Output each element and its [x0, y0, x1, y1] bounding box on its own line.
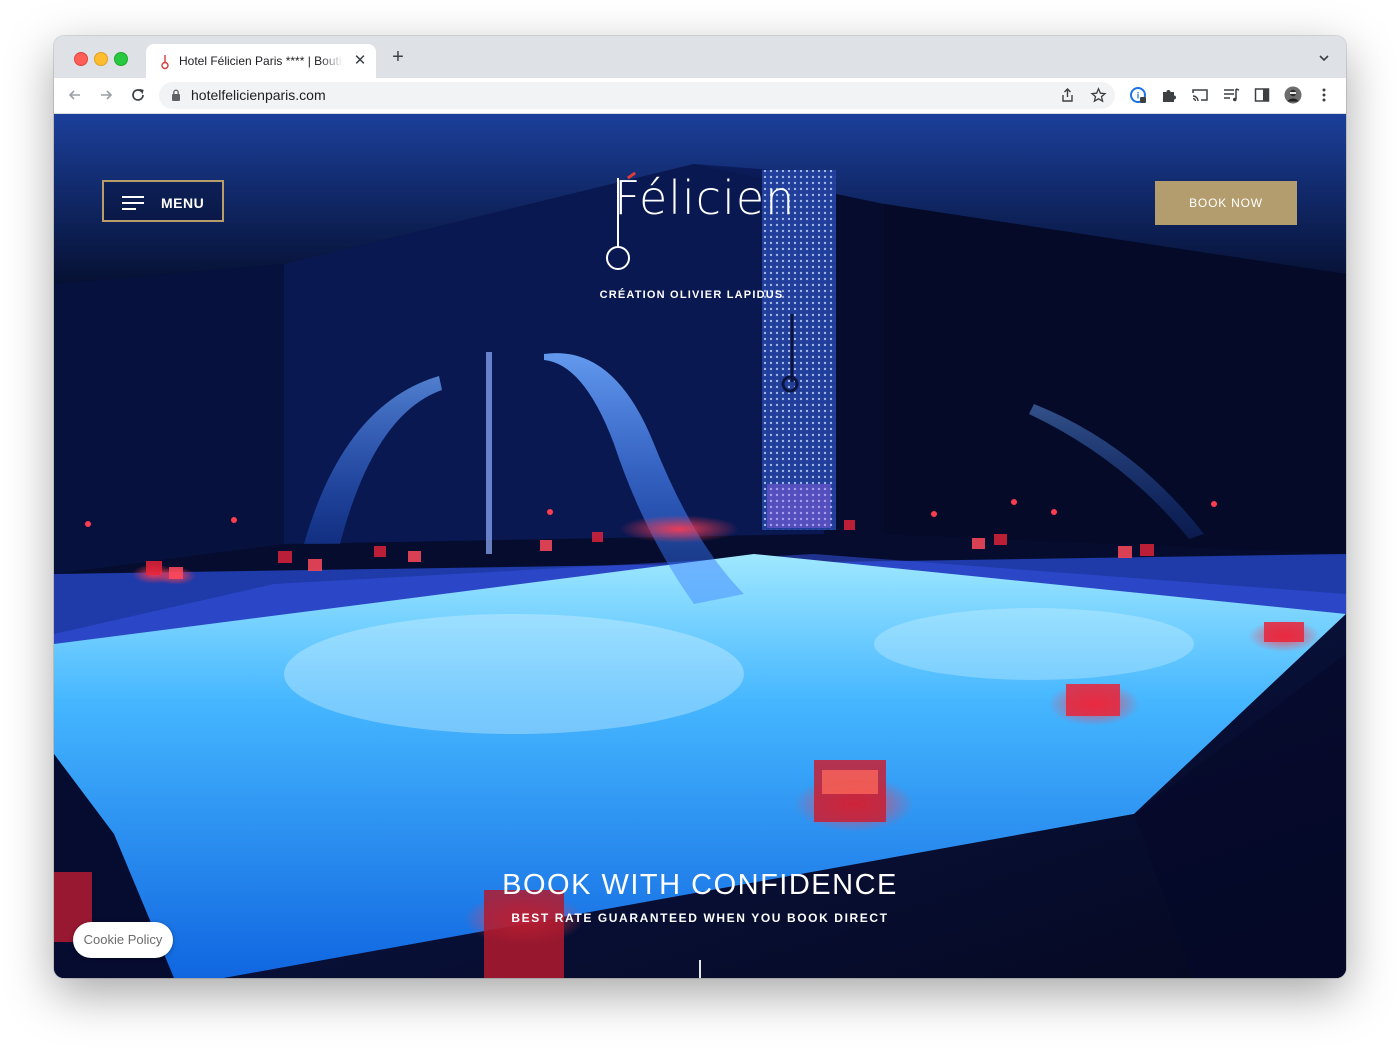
forward-icon[interactable] — [96, 85, 116, 105]
bookmark-star-icon[interactable] — [1090, 87, 1107, 104]
book-now-label: BOOK NOW — [1189, 196, 1263, 210]
close-window-button[interactable] — [74, 52, 88, 66]
felicien-logo[interactable]: Félicien — [602, 166, 794, 276]
scroll-indicator[interactable] — [699, 960, 701, 978]
cast-icon[interactable] — [1191, 86, 1209, 104]
browser-window: Hotel Félicien Paris **** | Boutique Hot… — [54, 36, 1346, 978]
hamburger-icon — [122, 196, 144, 210]
extension-badge-icon[interactable]: i — [1129, 86, 1147, 104]
felicien-favicon — [161, 55, 169, 70]
close-icon[interactable]: ✕ — [352, 53, 368, 69]
url-text[interactable]: hotelfelicienparis.com — [191, 87, 326, 104]
tab-title: Hotel Félicien Paris **** | Boutique Hot… — [179, 54, 343, 68]
profile-avatar[interactable] — [1284, 86, 1302, 104]
address-bar[interactable]: hotelfelicienparis.com — [159, 82, 1115, 109]
chevron-down-icon[interactable] — [1316, 50, 1332, 66]
zoom-window-button[interactable] — [114, 52, 128, 66]
page-viewport: MENU Félicien CRÉATION OLIVIER LAPIDUS B… — [54, 114, 1346, 978]
browser-toolbar: hotelfelicienparis.com i — [54, 78, 1346, 114]
cookie-policy-label: Cookie Policy — [83, 932, 163, 947]
hero-subtitle: BEST RATE GUARANTEED WHEN YOU BOOK DIREC… — [511, 911, 889, 925]
more-menu-icon[interactable] — [1315, 86, 1333, 104]
cookie-policy-button[interactable]: Cookie Policy — [73, 922, 173, 958]
logo-wordmark: Félicien — [614, 171, 796, 225]
lock-icon[interactable] — [171, 89, 181, 101]
hero-title: BOOK WITH CONFIDENCE — [502, 869, 898, 901]
tab-strip: Hotel Félicien Paris **** | Boutique Hot… — [54, 36, 1346, 78]
menu-button[interactable]: MENU — [102, 180, 224, 222]
svg-text:i: i — [1137, 91, 1140, 101]
logo-ring — [606, 246, 630, 270]
new-tab-button[interactable]: + — [388, 47, 408, 67]
reading-list-icon[interactable] — [1222, 86, 1240, 104]
side-panel-icon[interactable] — [1253, 86, 1271, 104]
share-icon[interactable] — [1059, 87, 1076, 104]
logo-stem — [617, 178, 619, 248]
menu-label: MENU — [161, 195, 205, 211]
browser-tab[interactable]: Hotel Félicien Paris **** | Boutique Hot… — [146, 44, 376, 78]
logo-tagline: CRÉATION OLIVIER LAPIDUS — [599, 289, 784, 301]
puzzle-icon[interactable] — [1160, 86, 1178, 104]
reload-icon[interactable] — [128, 85, 148, 105]
minimize-window-button[interactable] — [94, 52, 108, 66]
back-icon[interactable] — [65, 85, 85, 105]
book-now-button[interactable]: BOOK NOW — [1155, 181, 1297, 225]
